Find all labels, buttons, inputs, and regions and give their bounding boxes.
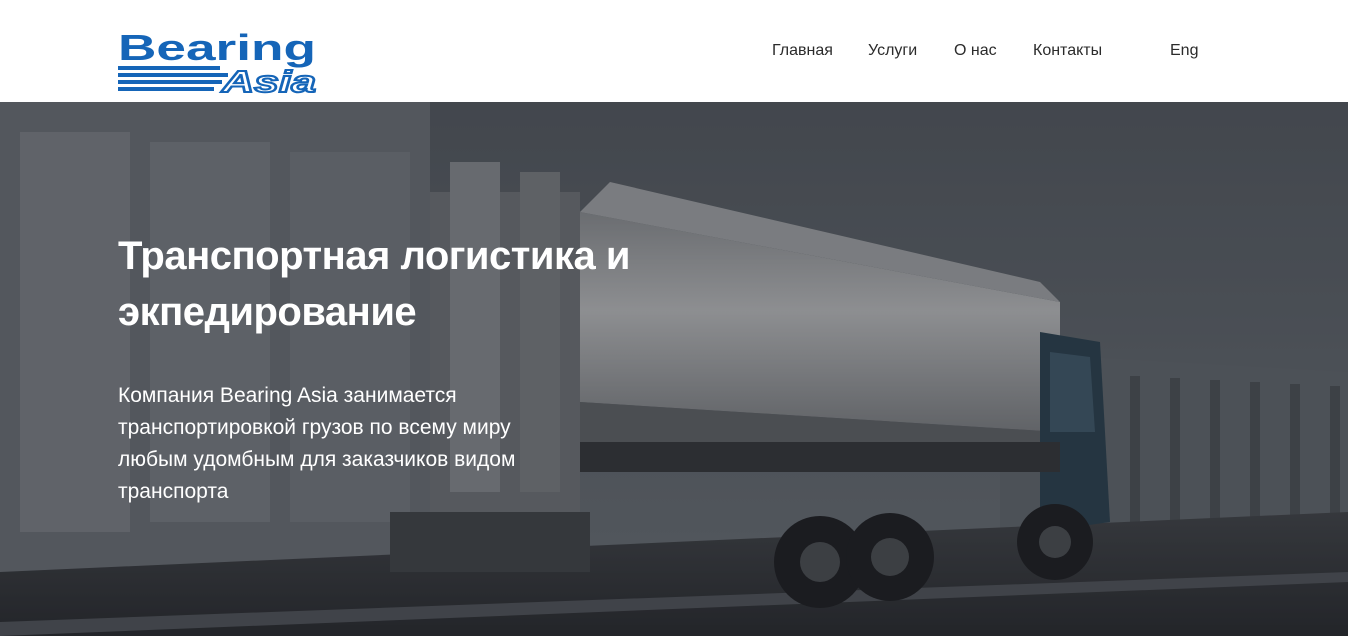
site-header: Bearing Asia Главная Услуги О нас Контак…: [0, 0, 1348, 102]
hero-description: Компания Bearing Asia занимается транспо…: [118, 384, 516, 503]
hero-overlay: [0, 102, 1348, 636]
nav-item-services[interactable]: Услуги: [868, 42, 917, 60]
language-switch-link[interactable]: Eng: [1170, 42, 1198, 60]
nav-item-contacts[interactable]: Контакты: [1033, 42, 1102, 60]
logo-brand-bottom: Asia: [221, 64, 316, 94]
main-navigation: Главная Услуги О нас Контакты Eng: [0, 42, 1348, 64]
nav-item-home[interactable]: Главная: [772, 42, 833, 60]
nav-item-about[interactable]: О нас: [954, 42, 997, 60]
hero-section: Транспортная логистика и экпедирование К…: [0, 102, 1348, 636]
hero-title: Транспортная логистика и экпедирование: [118, 234, 630, 334]
